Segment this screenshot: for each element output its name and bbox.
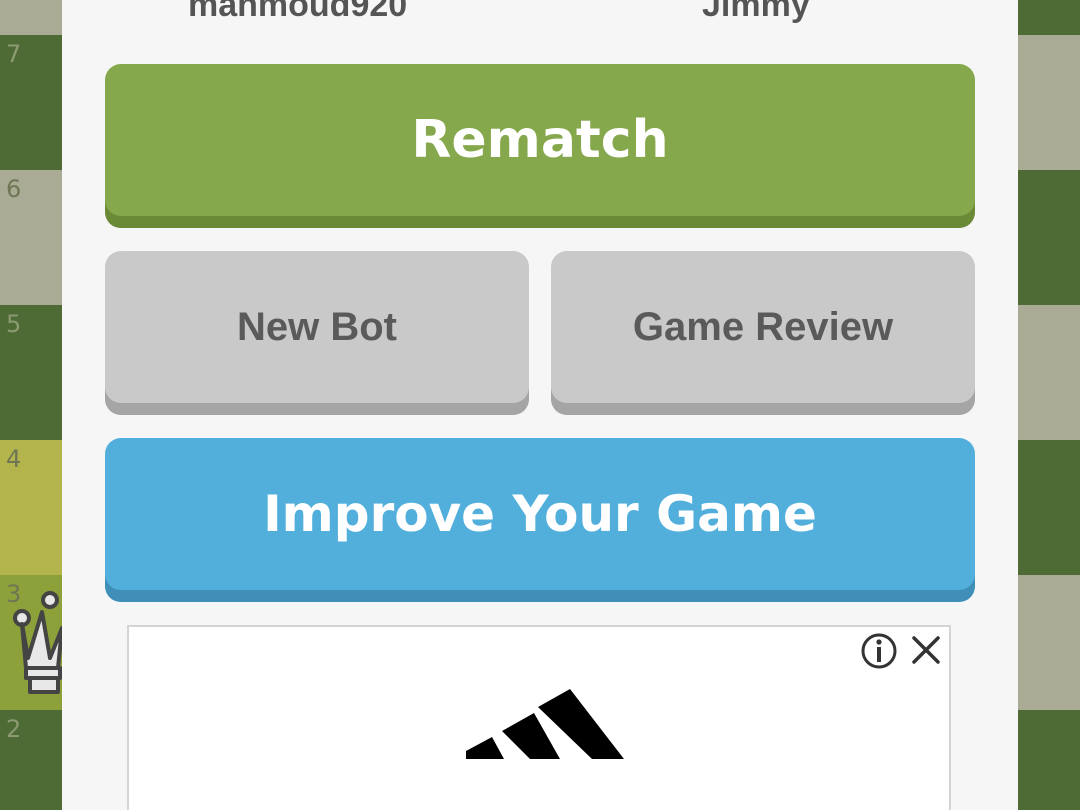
- chessboard-right-edge: [1018, 0, 1080, 810]
- game-review-button[interactable]: Game Review: [551, 251, 975, 415]
- board-square[interactable]: [1018, 305, 1080, 440]
- board-square[interactable]: [1018, 440, 1080, 575]
- rank-label: 5: [6, 310, 22, 338]
- improve-your-game-button-label: Improve Your Game: [263, 485, 817, 543]
- improve-your-game-button[interactable]: Improve Your Game: [105, 438, 975, 602]
- board-square[interactable]: [1018, 710, 1080, 810]
- info-icon[interactable]: [859, 631, 899, 671]
- board-square[interactable]: [1018, 35, 1080, 170]
- rank-label: 4: [6, 445, 22, 473]
- adidas-logo[interactable]: [464, 661, 624, 765]
- close-icon[interactable]: [909, 633, 943, 667]
- players-row: mahmoud920 Jimmy: [62, 0, 1018, 26]
- game-over-panel: mahmoud920 Jimmy Rematch New Bot Game Re…: [62, 0, 1018, 810]
- new-bot-button[interactable]: New Bot: [105, 251, 529, 415]
- rank-label: 7: [6, 40, 22, 68]
- board-square[interactable]: [0, 0, 62, 35]
- board-square[interactable]: [1018, 0, 1080, 35]
- advertisement-banner[interactable]: [127, 625, 951, 810]
- board-square[interactable]: [1018, 575, 1080, 710]
- rank-label: 2: [6, 715, 22, 743]
- game-over-screen: 7 6 5 4 3 2 mahmoud920 Jimmy Rematch New…: [0, 0, 1080, 810]
- rematch-button-label: Rematch: [411, 110, 669, 170]
- player-name-right: Jimmy: [702, 0, 810, 24]
- rematch-button[interactable]: Rematch: [105, 64, 975, 228]
- game-review-button-label: Game Review: [632, 304, 894, 349]
- new-bot-button-label: New Bot: [237, 304, 397, 349]
- player-name-left: mahmoud920: [188, 0, 408, 24]
- rank-label: 6: [6, 175, 22, 203]
- board-square[interactable]: [1018, 170, 1080, 305]
